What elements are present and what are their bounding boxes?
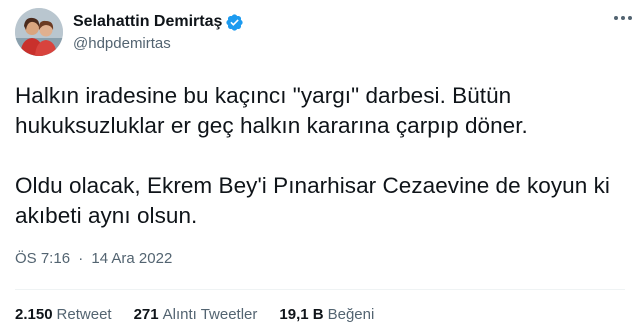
tweet-paragraph: Oldu olacak, Ekrem Bey'i Pınarhisar Ceza…: [15, 173, 610, 228]
more-options-icon[interactable]: [608, 8, 638, 28]
verified-badge-icon: [225, 13, 244, 32]
avatar-photo: [15, 8, 63, 56]
author-identity: Selahattin Demirtaş @hdpdemirtas: [73, 12, 244, 54]
divider: [15, 289, 625, 290]
quotes-stat[interactable]: 271 Alıntı Tweetler: [134, 305, 258, 325]
avatar[interactable]: [15, 8, 63, 56]
likes-count: 19,1 B: [279, 306, 324, 323]
author-display-name[interactable]: Selahattin Demirtaş: [73, 12, 222, 32]
tweet-date: 14 Ara 2022: [91, 250, 173, 267]
likes-label: Beğeni: [327, 306, 375, 323]
tweet-text: Halkın iradesine bu kaçıncı "yargı" darb…: [15, 81, 620, 231]
tweet-timestamp[interactable]: ÖS 7:16 · 14 Ara 2022: [15, 249, 172, 269]
retweets-count: 2.150: [15, 306, 53, 323]
quotes-label: Alıntı Tweetler: [162, 306, 258, 323]
retweets-label: Retweet: [56, 306, 112, 323]
author-handle[interactable]: @hdpdemirtas: [73, 34, 244, 54]
tweet-paragraph: Halkın iradesine bu kaçıncı "yargı" darb…: [15, 83, 528, 138]
tweet-time: ÖS 7:16: [15, 250, 71, 267]
quotes-count: 271: [133, 306, 159, 323]
tweet-header: Selahattin Demirtaş @hdpdemirtas: [15, 8, 625, 60]
timestamp-separator: ·: [78, 250, 84, 267]
retweets-stat[interactable]: 2.150 Retweet: [15, 305, 112, 325]
name-row: Selahattin Demirtaş: [73, 12, 244, 32]
likes-stat[interactable]: 19,1 B Beğeni: [279, 305, 374, 325]
engagement-stats: 2.150 Retweet 271 Alıntı Tweetler 19,1 B…: [15, 305, 625, 325]
tweet-card: Selahattin Demirtaş @hdpdemirtas Halkın …: [0, 0, 640, 333]
